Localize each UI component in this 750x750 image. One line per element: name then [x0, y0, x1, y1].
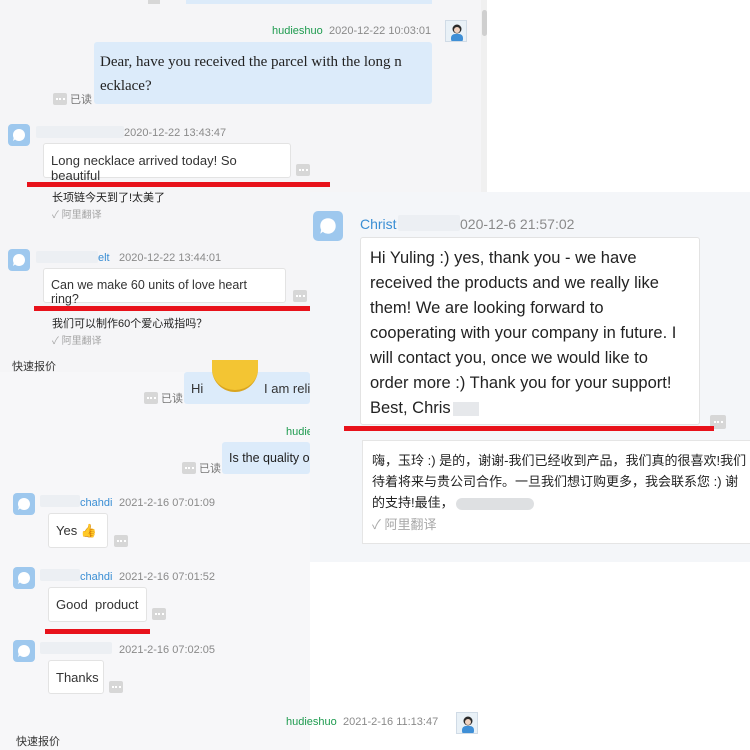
message-line: cooperating with your company in future.… [370, 324, 677, 342]
message-bubble-mine: Is the quality o [222, 442, 310, 474]
contact-avatar[interactable] [8, 249, 30, 271]
message-time: 2020-12-22 13:43:47 [124, 127, 227, 139]
read-status: 已读 [53, 91, 92, 107]
translation-line: 待着将来与贵公司合作。一旦我们想订购更多，我会联系您 :) 谢 [372, 474, 739, 489]
translation-text: 我们可以制作60个爱心戒指吗？ [52, 318, 208, 330]
more-icon[interactable] [144, 392, 158, 404]
bubble-avatar-icon [18, 572, 30, 584]
message-line: Hi Yuling :) yes, thank you - we have [370, 249, 637, 267]
contact-avatar[interactable] [13, 493, 35, 515]
translation-line: 嗨，玉玲 :) 是的，谢谢-我们已经收到产品，我们真的很喜欢!我们 [372, 453, 747, 468]
redacted-name [398, 215, 460, 231]
bubble-avatar-icon [320, 218, 336, 234]
message-line: Dear, have you received the parcel with … [100, 54, 402, 70]
more-icon[interactable] [293, 290, 307, 302]
message-bubble-mine: Dear, have you received the parcel with … [94, 42, 432, 104]
more-icon[interactable] [152, 608, 166, 620]
translation-line: 的支持!最佳， [372, 492, 741, 513]
message-line: will contact you, once we would like to [370, 349, 648, 367]
message-line: them! We are looking forward to [370, 299, 604, 317]
read-status: 已读 [182, 460, 221, 476]
contact-avatar[interactable] [13, 640, 35, 662]
redacted-name [40, 495, 80, 507]
highlight-underline [344, 426, 714, 431]
more-icon[interactable] [182, 462, 196, 474]
highlight-underline [27, 182, 330, 187]
bubble-avatar-icon [18, 645, 30, 657]
contact-avatar[interactable] [8, 124, 30, 146]
more-icon[interactable] [296, 164, 310, 176]
quick-quote-button[interactable]: 快速报价 [16, 733, 60, 749]
top-clipped-more [148, 0, 160, 4]
message-bubble: Can we make 60 units of love heart ring? [43, 268, 286, 306]
redacted-name [452, 401, 479, 416]
message-text: I am reli [264, 381, 311, 396]
message-line: received the products and we really like [370, 274, 659, 292]
highlight-underline [45, 629, 150, 634]
message-text: Hi [191, 381, 204, 396]
sender-name: chahdi [80, 497, 113, 509]
read-status: 已读 [144, 390, 183, 406]
sender-name: hudieshuo [286, 716, 337, 728]
message-time: 2021-2-16 07:01:52 [119, 571, 216, 583]
message-time: 2021-2-16 07:02:05 [119, 644, 216, 656]
user-avatar[interactable] [456, 712, 478, 734]
message-bubble: Thanks [48, 660, 104, 694]
message-time: 2021-2-16 11:13:47 [343, 716, 439, 728]
more-icon[interactable] [53, 93, 67, 105]
contact-avatar[interactable] [13, 567, 35, 589]
redacted-name [455, 497, 534, 510]
person-icon [462, 716, 474, 733]
translate-tag: ✓ 阿里翻译 [52, 210, 102, 221]
translate-tag: ✓ 阿里翻译 [372, 517, 437, 532]
redacted-name [40, 569, 80, 581]
message-bubble: Good product [48, 587, 147, 622]
redacted-name [40, 642, 112, 654]
middle-chat-panel [0, 372, 310, 750]
translation-text: 长项链今天到了!太美了 [52, 192, 166, 204]
scrollbar-thumb[interactable] [482, 10, 487, 36]
more-icon[interactable] [109, 681, 123, 693]
sender-name: elt [98, 252, 110, 264]
top-clipped-bubble [186, 0, 432, 4]
translate-tag: ✓ 阿里翻译 [52, 336, 102, 347]
redacted-name [36, 126, 124, 138]
bubble-avatar-icon [18, 498, 30, 510]
message-line: ecklace? [100, 78, 152, 94]
message-time: 2021-2-16 07:01:09 [119, 497, 216, 509]
translation-box: 嗨，玉玲 :) 是的，谢谢-我们已经收到产品，我们真的很喜欢!我们 待着将来与贵… [362, 440, 750, 544]
sender-name: chahdi [80, 571, 113, 583]
person-icon [451, 24, 463, 41]
bubble-avatar-icon [13, 129, 25, 141]
sender-name: hudie [286, 426, 313, 438]
message-line: Best, Chris [370, 396, 690, 421]
sender-name: hudieshuo [272, 25, 323, 37]
highlight-underline [34, 306, 324, 311]
message-time: 020-12-6 21:57:02 [460, 216, 575, 232]
contact-avatar[interactable] [313, 211, 343, 241]
sender-name: Christ [360, 216, 397, 232]
message-line: order more :) Thank you for your support… [370, 374, 672, 392]
user-avatar[interactable] [445, 20, 467, 42]
message-time: 2020-12-22 13:44:01 [119, 252, 222, 264]
bubble-avatar-icon [13, 254, 25, 266]
more-icon[interactable] [114, 535, 128, 547]
message-time: 2020-12-22 10:03:01 [329, 25, 432, 37]
redacted-name [36, 251, 98, 263]
message-bubble: Hi Yuling :) yes, thank you - we have re… [360, 237, 700, 425]
message-bubble: Long necklace arrived today! So beautifu… [43, 143, 291, 183]
message-bubble: Yes 👍 [48, 513, 108, 548]
